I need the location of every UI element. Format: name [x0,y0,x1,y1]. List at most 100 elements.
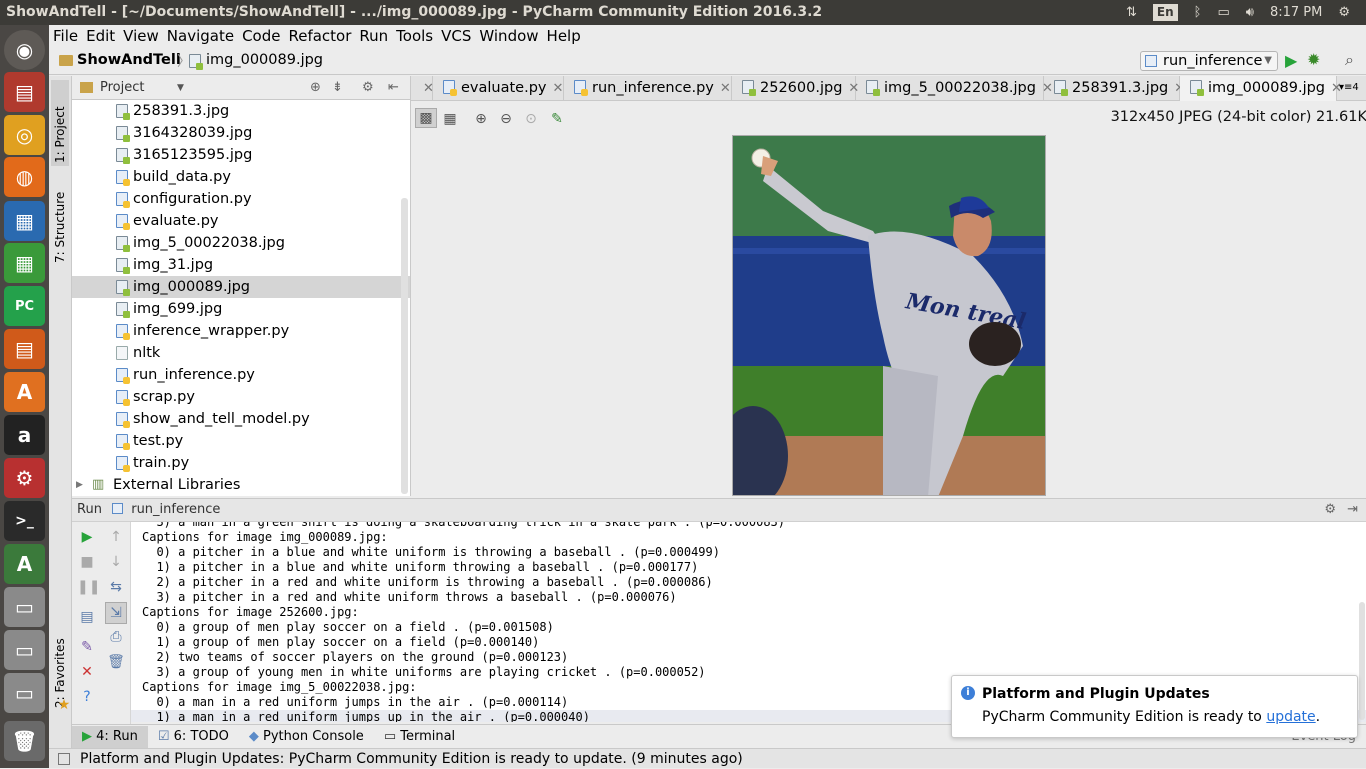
software-center-icon[interactable]: A [4,372,45,412]
menu-refactor[interactable]: Refactor [284,27,355,45]
structure-tool-tab[interactable]: 7: Structure [51,176,69,266]
toggle-background-icon[interactable]: ▩ [415,108,437,128]
menu-navigate[interactable]: Navigate [163,27,238,45]
battery-icon[interactable]: ▭ [1217,0,1229,25]
debug-button[interactable]: ✹ [1307,50,1320,69]
tree-item[interactable]: 3165123595.jpg [72,144,410,166]
project-view-selector[interactable]: Project [100,80,144,95]
dash-icon[interactable]: ◉ [4,30,45,70]
trash-icon[interactable]: 🗑︎ [4,721,45,761]
tree-item[interactable]: 258391.3.jpg [72,100,410,122]
menu-code[interactable]: Code [238,27,284,45]
menu-window[interactable]: Window [475,27,542,45]
gear-icon[interactable]: ⚙ [362,76,374,100]
terminal-icon[interactable]: >_ [4,501,45,541]
tab-hidden-close[interactable]: ✕ [411,76,434,101]
keyboard-arrows-icon[interactable]: ⇅ [1126,0,1137,25]
tree-item[interactable]: train.py [72,452,410,474]
tab-overflow-button[interactable]: ▾≡4 [1337,76,1366,101]
firefox-icon[interactable]: ◍ [4,157,45,197]
writer-icon[interactable]: ▦ [4,201,45,241]
tab-evaluate[interactable]: evaluate.py ✕ [433,76,564,101]
clear-all-icon[interactable]: 🗑︎ [106,652,126,672]
run-config-name[interactable]: run_inference [131,502,220,517]
close-icon[interactable]: ✕ [77,662,97,682]
gear-icon[interactable]: ⚙ [1338,0,1350,25]
expand-arrow-icon[interactable]: ▶ [76,474,83,496]
scroll-up-icon[interactable]: ↑ [106,527,126,547]
tab-img-000089[interactable]: img_000089.jpg ✕ [1180,76,1342,101]
project-tool-tab[interactable]: 1: Project [51,80,69,166]
menu-file[interactable]: File [49,27,82,45]
calc-icon[interactable]: ▦ [4,243,45,283]
tab-python-console[interactable]: ◆ Python Console [239,726,374,748]
tree-item[interactable]: inference_wrapper.py [72,320,410,342]
console-scrollbar[interactable] [1359,602,1365,720]
menu-tools[interactable]: Tools [392,27,437,45]
tree-item[interactable]: img_5_00022038.jpg [72,232,410,254]
project-scrollbar[interactable] [401,198,408,494]
tree-item[interactable]: run_inference.py [72,364,410,386]
tree-item[interactable]: test.py [72,430,410,452]
tree-item[interactable]: show_and_tell_model.py [72,408,410,430]
breadcrumb-file[interactable]: img_000089.jpg [206,52,323,68]
restore-layout-icon[interactable]: ▤ [77,607,97,627]
tree-item[interactable]: scrap.py [72,386,410,408]
menu-vcs[interactable]: VCS [437,27,475,45]
scroll-to-end-icon[interactable]: ⇲ [105,602,127,624]
system-settings-icon[interactable]: ⚙ [4,458,45,498]
language-indicator[interactable]: En [1152,4,1178,21]
run-button[interactable]: ▶ [1285,51,1297,70]
tree-item[interactable]: img_31.jpg [72,254,410,276]
status-message[interactable]: Platform and Plugin Updates: PyCharm Com… [80,751,743,767]
tree-item[interactable]: evaluate.py [72,210,410,232]
tree-item[interactable]: 3164328039.jpg [72,122,410,144]
tree-item[interactable]: img_000089.jpg [72,276,410,298]
drive-icon-2[interactable]: ▭ [4,630,45,670]
status-toggle-icon[interactable] [58,753,70,765]
tree-item[interactable]: nltk [72,342,410,364]
help-icon[interactable]: ? [77,687,97,707]
amazon-icon[interactable]: a [4,415,45,455]
menu-view[interactable]: View [119,27,163,45]
locate-icon[interactable]: ⊕ [310,76,321,100]
stop-icon[interactable]: ■ [77,552,97,572]
menu-run[interactable]: Run [355,27,392,45]
drive-icon-3[interactable]: ▭ [4,673,45,713]
grid-icon[interactable]: ▦ [442,111,458,127]
chevron-down-icon[interactable]: ▼ [177,76,184,100]
pause-icon[interactable]: ❚❚ [77,577,100,597]
updater-icon[interactable]: A [4,544,45,584]
files-icon[interactable]: ▤ [4,72,45,112]
close-icon[interactable]: ✕ [720,81,731,96]
clock[interactable]: 8:17 PM [1270,0,1322,25]
close-icon[interactable]: ✕ [553,81,564,96]
breadcrumb-project[interactable]: ShowAndTell [77,52,181,68]
tab-run-inference[interactable]: run_inference.py ✕ [564,76,732,101]
soft-wrap-icon[interactable]: ⇆ [106,577,126,597]
chrome-icon[interactable]: ◎ [4,115,45,155]
tab-terminal[interactable]: ▭ Terminal [374,726,465,748]
color-picker-icon[interactable]: ✎ [549,111,565,127]
search-icon[interactable]: ⌕ [1345,50,1354,70]
zoom-in-icon[interactable]: ⊕ [473,111,489,127]
tree-item[interactable]: configuration.py [72,188,410,210]
tree-item[interactable]: img_699.jpg [72,298,410,320]
volume-icon[interactable]: 🔊︎ [1246,0,1254,25]
hide-panel-icon[interactable]: ⇤ [388,76,399,100]
collapse-icon[interactable]: ⇟ [332,76,343,100]
update-link[interactable]: update [1266,709,1315,725]
tree-item[interactable]: build_data.py [72,166,410,188]
tab-258391[interactable]: 258391.3.jpg✕ [1044,76,1185,101]
tab-252600[interactable]: 252600.jpg ✕ [732,76,859,101]
hide-panel-icon[interactable]: ⇥ [1347,499,1358,521]
menu-help[interactable]: Help [543,27,585,45]
tab-todo[interactable]: ☑ 6: TODO [148,726,239,748]
drive-icon[interactable]: ▭ [4,587,45,627]
tab-img-5[interactable]: img_5_00022038.jpg ✕ [856,76,1053,101]
tab-run[interactable]: ▶ 4: Run [72,725,148,748]
zoom-out-icon[interactable]: ⊖ [498,111,514,127]
menu-edit[interactable]: Edit [82,27,119,45]
print-icon[interactable]: ⎙ [106,627,126,647]
actual-size-icon[interactable]: ⊙ [523,111,539,127]
